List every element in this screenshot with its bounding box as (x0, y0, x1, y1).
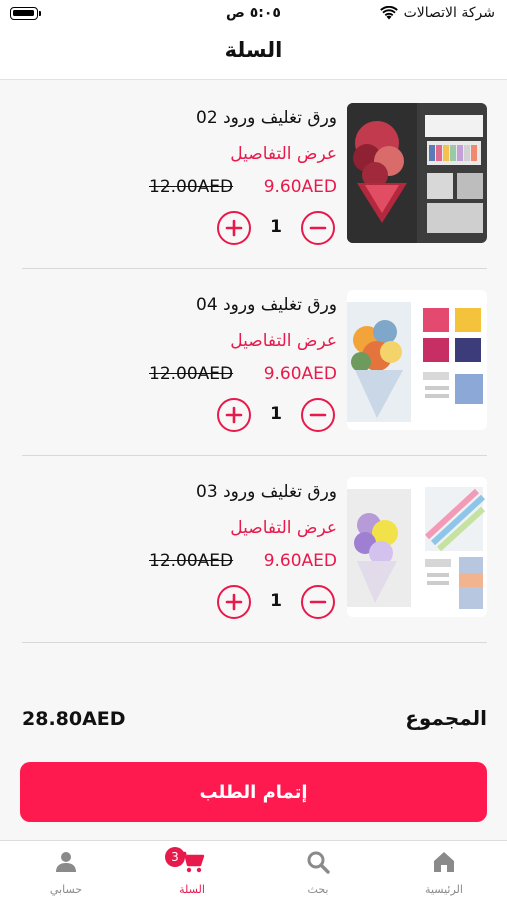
product-name: ورق تغليف ورود 03 (196, 482, 337, 502)
total-value: 28.80AED (22, 708, 126, 730)
cart-item: ورق تغليف ورود 03 عرض التفاصيل 9.60AED 1… (22, 456, 487, 643)
product-name: ورق تغليف ورود 04 (196, 295, 337, 315)
carrier-label: شركة الاتصالات (403, 5, 495, 21)
checkout-button[interactable]: إتمام الطلب (20, 762, 487, 822)
tab-home[interactable]: الرئيسية (381, 841, 507, 900)
quantity-stepper: 1 (217, 585, 335, 619)
quantity-stepper: 1 (217, 211, 335, 245)
tab-search[interactable]: بحث (255, 841, 381, 900)
person-icon (56, 852, 76, 872)
total-label: المجموع (405, 706, 487, 730)
home-icon (434, 852, 454, 872)
status-carrier: شركة الاتصالات (379, 5, 495, 21)
increase-quantity-button[interactable] (217, 585, 251, 619)
cart-list: ورق تغليف ورود 02 عرض التفاصيل 9.60AED 1… (22, 82, 487, 643)
cart-item: ورق تغليف ورود 02 عرض التفاصيل 9.60AED 1… (22, 82, 487, 269)
search-icon (307, 851, 330, 874)
status-bar: ٥:٠٥ ص شركة الاتصالات (0, 0, 507, 28)
quantity-value: 1 (270, 217, 282, 237)
tab-cart[interactable]: 3 السلة (129, 841, 255, 900)
wifi-icon (379, 6, 398, 20)
page-header: السلة (0, 28, 507, 80)
increase-quantity-button[interactable] (217, 398, 251, 432)
product-image[interactable] (347, 103, 487, 243)
product-price: 9.60AED (263, 551, 337, 571)
page-title: السلة (224, 38, 283, 62)
decrease-quantity-button[interactable] (301, 398, 335, 432)
plus-icon (225, 219, 243, 237)
view-details-link[interactable]: عرض التفاصيل (230, 331, 337, 351)
decrease-quantity-button[interactable] (301, 211, 335, 245)
minus-icon (309, 600, 327, 604)
view-details-link[interactable]: عرض التفاصيل (230, 518, 337, 538)
tab-home-label: الرئيسية (425, 883, 463, 896)
product-old-price: 12.00AED (149, 364, 234, 384)
product-name: ورق تغليف ورود 02 (196, 108, 337, 128)
order-total: المجموع 28.80AED (22, 706, 487, 736)
product-price: 9.60AED (263, 177, 337, 197)
cart-item: ورق تغليف ورود 04 عرض التفاصيل 9.60AED 1… (22, 269, 487, 456)
tab-cart-label: السلة (179, 883, 205, 896)
tab-account-label: حسابي (49, 883, 83, 896)
quantity-value: 1 (270, 404, 282, 424)
view-details-link[interactable]: عرض التفاصيل (230, 144, 337, 164)
minus-icon (309, 226, 327, 230)
tab-bar: الرئيسية بحث 3 السلة حسابي (0, 840, 507, 900)
tab-search-label: بحث (307, 883, 329, 896)
quantity-stepper: 1 (217, 398, 335, 432)
tab-account[interactable]: حسابي (3, 841, 129, 900)
plus-icon (225, 406, 243, 424)
product-old-price: 12.00AED (149, 177, 234, 197)
increase-quantity-button[interactable] (217, 211, 251, 245)
product-image[interactable] (347, 477, 487, 617)
product-price: 9.60AED (263, 364, 337, 384)
product-image[interactable] (347, 290, 487, 430)
plus-icon (225, 593, 243, 611)
minus-icon (309, 413, 327, 417)
product-old-price: 12.00AED (149, 551, 234, 571)
decrease-quantity-button[interactable] (301, 585, 335, 619)
quantity-value: 1 (270, 591, 282, 611)
cart-count-badge: 3 (165, 847, 185, 867)
